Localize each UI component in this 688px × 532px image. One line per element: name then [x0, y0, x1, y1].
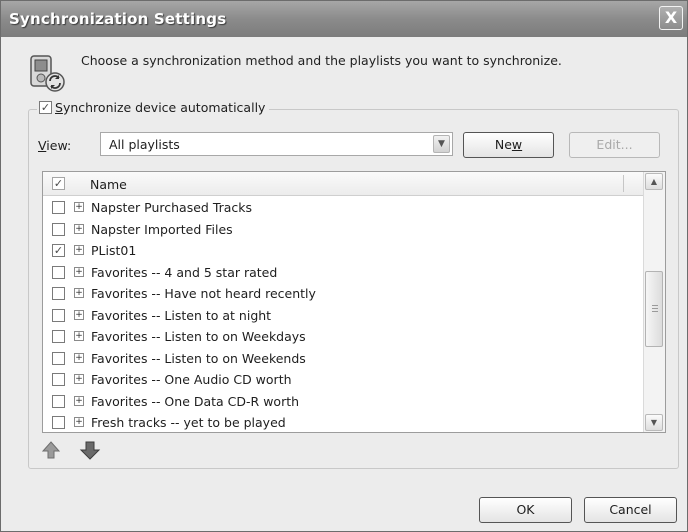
- playlist-name: Favorites -- Have not heard recently: [91, 286, 316, 301]
- playlist-checkbox[interactable]: [52, 222, 65, 236]
- playlist-name: Napster Imported Files: [91, 221, 233, 237]
- playlist-checkbox[interactable]: [52, 201, 65, 214]
- grip-icon: [652, 305, 658, 314]
- title-bar[interactable]: Synchronization Settings X: [1, 1, 687, 37]
- auto-sync-checkbox-row[interactable]: Synchronize device automatically: [37, 100, 270, 115]
- select-all-checkbox[interactable]: [52, 177, 65, 190]
- expand-plus-icon[interactable]: +: [74, 309, 84, 320]
- playlist-checkbox[interactable]: [52, 308, 65, 322]
- auto-sync-checkbox[interactable]: [39, 101, 52, 114]
- new-button[interactable]: New: [463, 132, 554, 158]
- playlist-checkbox[interactable]: [52, 287, 65, 300]
- auto-sync-label-rest: ynchronize device automatically: [62, 100, 266, 115]
- playlist-checkbox[interactable]: [52, 265, 65, 279]
- column-divider[interactable]: [623, 175, 624, 192]
- scroll-up-icon[interactable]: ▲: [645, 173, 663, 190]
- list-item[interactable]: + Favorites -- One Data CD-R worth: [43, 391, 644, 413]
- list-item[interactable]: + Napster Imported Files: [43, 219, 644, 241]
- arrow-up-icon[interactable]: [41, 440, 61, 460]
- playlist-name: Napster Purchased Tracks: [91, 200, 253, 215]
- expand-plus-icon[interactable]: +: [74, 395, 84, 406]
- expand-plus-icon[interactable]: +: [74, 352, 84, 363]
- playlist-name: Favorites -- Listen to on Weekends: [91, 350, 306, 366]
- playlist-name: Favorites -- Listen to on Weekdays: [91, 329, 306, 344]
- view-dropdown-value: All playlists: [109, 137, 180, 152]
- cancel-button[interactable]: Cancel: [584, 497, 677, 523]
- list-header: Name: [43, 172, 644, 196]
- expand-plus-icon[interactable]: +: [74, 374, 84, 384]
- playlist-list[interactable]: Name + Napster Purchased Tracks + Napster I…: [42, 171, 666, 433]
- vertical-scrollbar[interactable]: ▲ ▼: [643, 172, 665, 432]
- list-item[interactable]: + Favorites -- Listen to on Weekends: [43, 348, 644, 370]
- expand-plus-icon[interactable]: +: [74, 417, 84, 427]
- playlist-rows: + Napster Purchased Tracks + Napster Import…: [43, 197, 644, 432]
- close-button[interactable]: X: [659, 6, 683, 30]
- expand-plus-icon[interactable]: +: [74, 245, 84, 255]
- playlist-checkbox[interactable]: [52, 373, 65, 386]
- expand-plus-icon[interactable]: +: [74, 266, 84, 277]
- playlist-checkbox[interactable]: [52, 394, 65, 408]
- edit-button[interactable]: Edit...: [569, 132, 660, 158]
- sync-device-icon: [30, 55, 65, 92]
- list-item[interactable]: + Fresh tracks -- yet to be played: [43, 412, 644, 432]
- list-item[interactable]: + Favorites -- Listen to at night: [43, 305, 644, 327]
- playlist-name: Fresh tracks -- yet to be played: [91, 415, 286, 430]
- new-button-label: Ne: [494, 137, 512, 152]
- list-item[interactable]: + Favorites -- 4 and 5 star rated: [43, 262, 644, 284]
- new-button-accel: w: [511, 137, 523, 152]
- scroll-thumb[interactable]: [645, 271, 663, 347]
- view-dropdown[interactable]: All playlists ▼: [100, 132, 453, 156]
- expand-plus-icon[interactable]: +: [74, 223, 84, 234]
- scroll-down-icon[interactable]: ▼: [645, 414, 663, 431]
- playlist-checkbox[interactable]: [52, 416, 65, 429]
- auto-sync-label-accel: S: [55, 100, 63, 115]
- playlist-checkbox[interactable]: [52, 330, 65, 343]
- playlist-name: Favorites -- 4 and 5 star rated: [91, 264, 278, 280]
- view-label-rest: iew:: [46, 138, 72, 153]
- column-header-name[interactable]: Name: [90, 177, 127, 192]
- expand-plus-icon[interactable]: +: [74, 288, 84, 298]
- chevron-down-icon[interactable]: ▼: [433, 135, 450, 153]
- expand-plus-icon[interactable]: +: [74, 331, 84, 341]
- playlist-checkbox[interactable]: [52, 244, 65, 257]
- auto-sync-label[interactable]: Synchronize device automatically: [55, 100, 265, 115]
- list-item[interactable]: + Napster Purchased Tracks: [43, 197, 644, 219]
- playlist-checkbox[interactable]: [52, 351, 65, 365]
- list-item[interactable]: + Favorites -- Have not heard recently: [43, 283, 644, 305]
- list-item[interactable]: + Favorites -- Listen to on Weekdays: [43, 326, 644, 348]
- expand-plus-icon[interactable]: +: [74, 202, 84, 212]
- playlist-name: Favorites -- Listen to at night: [91, 307, 272, 323]
- view-label: View:: [38, 138, 71, 153]
- arrow-down-icon[interactable]: [79, 439, 101, 461]
- sync-settings-dialog: Synchronization Settings X Choose a sync…: [0, 0, 688, 532]
- instructions-text: Choose a synchronization method and the …: [81, 53, 562, 68]
- window-title: Synchronization Settings: [9, 10, 227, 28]
- playlist-name: Favorites -- One Data CD-R worth: [91, 393, 300, 409]
- playlist-name: PList01: [91, 243, 137, 258]
- ok-button[interactable]: OK: [479, 497, 572, 523]
- list-item[interactable]: + PList01: [43, 240, 644, 262]
- list-item[interactable]: + Favorites -- One Audio CD worth: [43, 369, 644, 391]
- playlist-name: Favorites -- One Audio CD worth: [91, 372, 292, 387]
